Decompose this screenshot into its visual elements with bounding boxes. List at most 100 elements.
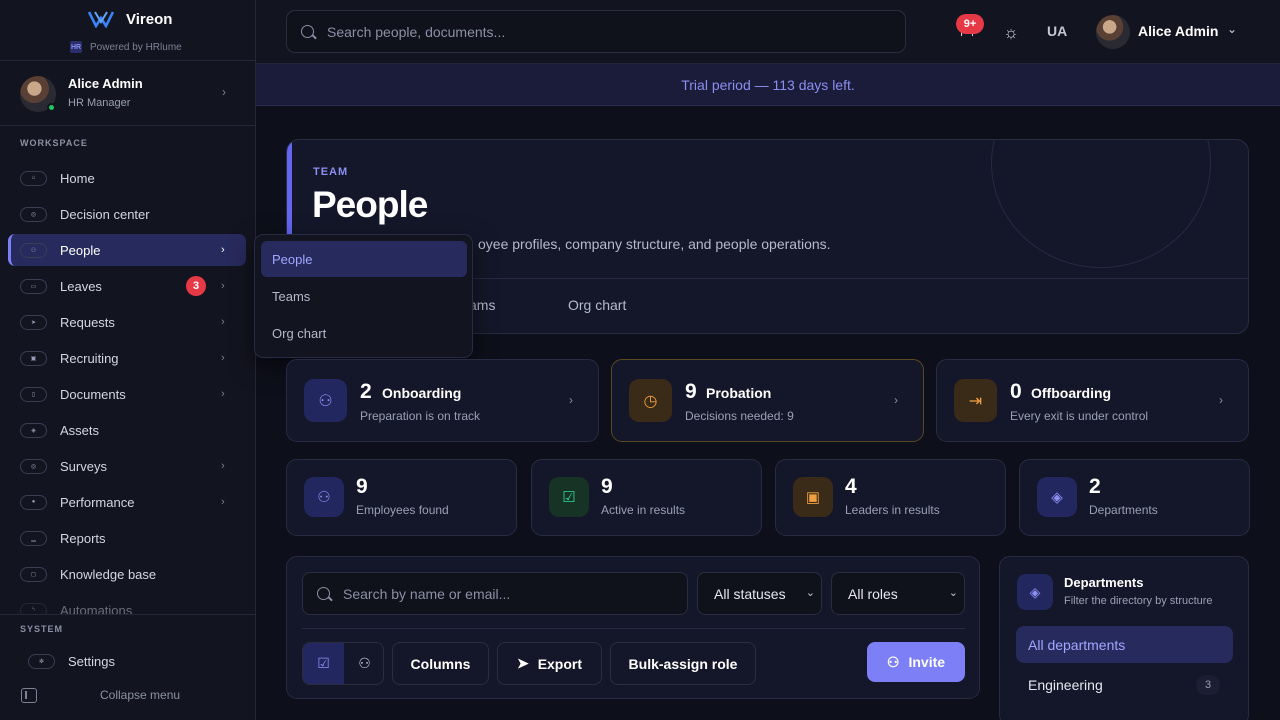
sidebar-item-reports[interactable]: ▁ Reports: [8, 522, 246, 554]
chevron-down-icon: ⌄: [948, 587, 958, 599]
sidebar-item-surveys[interactable]: ◎ Surveys ›: [8, 450, 246, 482]
chevron-right-icon: ›: [569, 393, 573, 407]
sidebar-item-performance[interactable]: ● Performance ›: [8, 486, 246, 518]
directory-search[interactable]: [302, 572, 688, 615]
survey-icon: ◎: [20, 458, 47, 474]
departments-panel: ◈ Departments Filter the directory by st…: [999, 556, 1249, 720]
chevron-down-icon[interactable]: ⌄: [1227, 22, 1237, 36]
chevron-right-icon: ›: [221, 460, 225, 472]
bulk-assign-role-button[interactable]: Bulk-assign role: [610, 642, 756, 685]
notifications-badge[interactable]: 9+: [956, 14, 984, 34]
sidebar-item-settings[interactable]: ✻ Settings: [16, 645, 238, 677]
users-view-icon[interactable]: ⚇: [344, 643, 383, 684]
export-button[interactable]: ➤ Export: [497, 642, 602, 685]
tab-org-chart[interactable]: Org chart: [568, 297, 626, 313]
avatar: [20, 76, 56, 112]
onboarding-label: Onboarding: [382, 385, 462, 401]
stat-employees-found: ⚇ 9 Employees found: [286, 459, 517, 536]
stat-value: 2: [1089, 475, 1101, 498]
sidebar-item-label: Decision center: [60, 206, 150, 222]
chevron-right-icon: ›: [222, 85, 226, 99]
briefcase-icon: ▣: [20, 350, 47, 366]
sidebar-item-label: Leaves: [60, 278, 102, 294]
sidebar-item-assets[interactable]: ◈ Assets: [8, 414, 246, 446]
invite-button[interactable]: ⚇ Invite: [867, 642, 965, 682]
sidebar-item-documents[interactable]: ▯ Documents ›: [8, 378, 246, 410]
sidebar-collapse-icon[interactable]: [21, 688, 37, 703]
global-search-input[interactable]: [327, 11, 887, 52]
leaves-count-badge: 3: [186, 276, 206, 296]
directory-search-input[interactable]: [343, 573, 673, 614]
book-icon: ◻: [20, 566, 47, 582]
offboarding-card[interactable]: ⇥ 0 Offboarding Every exit is under cont…: [936, 359, 1249, 442]
trial-banner: Trial period — 113 days left.: [256, 64, 1280, 106]
submenu-item-people[interactable]: People: [261, 241, 467, 277]
department-filter-engineering[interactable]: Engineering: [1028, 677, 1103, 693]
send-icon: ➤: [516, 655, 529, 671]
offboarding-label: Offboarding: [1031, 385, 1112, 401]
role-select-value: All roles: [848, 585, 898, 602]
sidebar-item-label: Surveys: [60, 458, 107, 474]
sidebar-item-label: Assets: [60, 422, 100, 438]
app-logo[interactable]: Vireon: [88, 10, 172, 28]
user-plus-icon: ⚇: [886, 653, 900, 670]
topbar-user-name[interactable]: Alice Admin: [1138, 23, 1218, 39]
sidebar-item-label: Settings: [68, 653, 115, 669]
probation-card[interactable]: ◷ 9 Probation Decisions needed: 9 ›: [611, 359, 924, 442]
search-icon: [301, 25, 314, 38]
select-view-icon[interactable]: ☑: [303, 643, 344, 684]
document-icon: ▯: [20, 386, 47, 402]
role-select[interactable]: All roles ⌄: [831, 572, 965, 615]
avatar[interactable]: [1096, 15, 1130, 49]
submenu-item-teams[interactable]: Teams: [261, 278, 467, 314]
divider: [302, 628, 965, 629]
sidebar-item-knowledge-base[interactable]: ◻ Knowledge base: [8, 558, 246, 590]
sidebar-item-leaves[interactable]: ▭ Leaves 3 ›: [8, 270, 246, 302]
sun-icon[interactable]: ☼: [1002, 23, 1020, 42]
page-title: People: [312, 184, 428, 225]
system-section-label: SYSTEM: [20, 624, 64, 634]
online-status-dot: [47, 103, 56, 112]
sidebar-user-card[interactable]: Alice Admin HR Manager ›: [0, 60, 255, 126]
stat-label: Departments: [1089, 503, 1158, 517]
sidebar-system-section: SYSTEM ✻ Settings: [0, 614, 255, 720]
columns-button[interactable]: Columns: [392, 642, 489, 685]
page-description: oyee profiles, company structure, and pe…: [478, 236, 831, 252]
collapse-menu-button[interactable]: Collapse menu: [100, 688, 180, 702]
stat-value: 9: [601, 475, 613, 498]
global-search[interactable]: [286, 10, 906, 53]
probation-label: Probation: [706, 385, 772, 401]
sidebar-item-recruiting[interactable]: ▣ Recruiting ›: [8, 342, 246, 374]
chevron-right-icon: ›: [221, 280, 225, 292]
sidebar: Vireon HR Powered by HRlume Alice Admin …: [0, 0, 256, 720]
department-filter-all[interactable]: All departments: [1016, 626, 1233, 663]
sidebar-item-decision-center[interactable]: ◎ Decision center: [8, 198, 246, 230]
status-select[interactable]: All statuses ⌄: [697, 572, 822, 615]
calendar-icon: ▭: [20, 278, 47, 294]
stat-label: Leaders in results: [845, 503, 940, 517]
language-switcher[interactable]: UA: [1047, 23, 1067, 39]
powered-by: HR Powered by HRlume: [70, 41, 182, 53]
bulk-assign-label: Bulk-assign role: [628, 655, 738, 672]
sidebar-item-label: Documents: [60, 386, 126, 402]
sidebar-item-requests[interactable]: ➤ Requests ›: [8, 306, 246, 338]
hrlume-logo-icon: HR: [70, 41, 82, 53]
sidebar-item-home[interactable]: ⌂ Home: [8, 162, 246, 194]
stat-value: 4: [845, 475, 857, 498]
gear-icon: ✻: [28, 653, 55, 669]
probation-desc: Decisions needed: 9: [685, 409, 794, 423]
offboarding-count: 0: [1010, 380, 1022, 403]
sidebar-user-role: HR Manager: [68, 97, 131, 109]
box-icon: ◈: [20, 422, 47, 438]
departments-title: Departments: [1064, 575, 1144, 590]
sidebar-item-people[interactable]: ⚇ People ›: [8, 234, 246, 266]
layers-icon: ◈: [1017, 574, 1053, 610]
onboarding-count: 2: [360, 380, 372, 403]
stat-label: Employees found: [356, 503, 449, 517]
probation-count: 9: [685, 380, 697, 403]
submenu-item-org-chart[interactable]: Org chart: [261, 315, 467, 351]
onboarding-card[interactable]: ⚇ 2 Onboarding Preparation is on track ›: [286, 359, 599, 442]
stat-value: 9: [356, 475, 368, 498]
page-eyebrow: TEAM: [313, 166, 349, 178]
sidebar-item-label: Home: [60, 170, 95, 186]
